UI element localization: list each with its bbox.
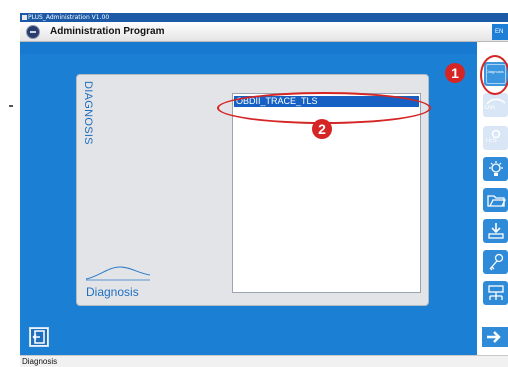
app-title: Administration Program [50, 26, 165, 37]
window-title: PLUS_Administration V1.00 [28, 14, 110, 21]
key-icon [489, 253, 504, 271]
panel-caption: Diagnosis [86, 285, 139, 299]
window-titlebar: PLUS_Administration V1.00 [20, 13, 508, 22]
panel-vertical-label: DIAGNOSIS [82, 81, 94, 145]
toolbar-tes-button[interactable]: TES [483, 126, 508, 150]
callout-badge-1: 1 [445, 63, 465, 83]
car-silhouette-icon [85, 266, 151, 281]
toolbar-network-button[interactable] [483, 281, 508, 305]
app-window-icon [22, 14, 27, 20]
folder-icon [487, 195, 506, 207]
lightbulb-icon [489, 161, 503, 176]
toolbar-lightbulb-button[interactable] [483, 157, 508, 181]
status-bar: Diagnosis [20, 355, 508, 367]
toolbar-item-label: TES [485, 138, 497, 144]
main-area: DIAGNOSIS Diagnosis OBDII_TRACE_TLS [20, 42, 477, 355]
toolbar-download-button[interactable] [483, 219, 508, 243]
callout-ellipse-1 [480, 55, 508, 95]
toolbar-key-button[interactable] [483, 250, 508, 274]
exit-icon [31, 329, 47, 345]
network-icon [488, 285, 504, 300]
back-button[interactable] [29, 327, 49, 347]
download-icon [488, 223, 504, 239]
brand-logo [26, 25, 40, 39]
toolbar-dia-button[interactable]: DIA [483, 93, 508, 117]
toolbar-folder-button[interactable] [483, 188, 508, 212]
arrow-right-icon [487, 331, 501, 343]
callout-badge-2: 2 [312, 119, 332, 139]
leader-line [9, 105, 13, 107]
next-button[interactable] [482, 327, 508, 347]
language-button[interactable]: EN [492, 24, 508, 40]
toolbar-item-label: DIA [485, 105, 496, 111]
app-header: Administration Program EN [20, 22, 508, 42]
